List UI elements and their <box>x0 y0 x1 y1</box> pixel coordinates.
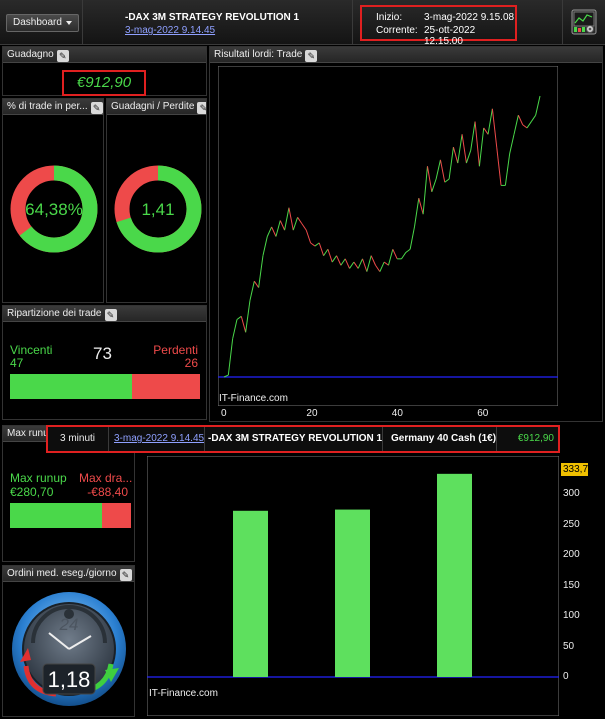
wrench-icon[interactable]: ✎ <box>305 50 318 62</box>
gain-value: €912,90 <box>62 70 146 96</box>
gain-panel-title: Guadagno <box>7 49 54 60</box>
runup-fill <box>10 503 102 528</box>
midbar-gain: €912,90 <box>517 433 554 444</box>
results-line-chart <box>218 66 558 406</box>
win-pct-donut: 64,38% <box>10 165 98 253</box>
orders-value: 1,18 <box>48 667 91 692</box>
dashboard-label: Dashboard <box>13 17 62 28</box>
start-label: Inizio: <box>376 12 403 23</box>
breakdown-bar <box>10 374 200 399</box>
results-watermark: IT-Finance.com <box>219 393 288 404</box>
divider <box>82 0 83 45</box>
wrench-icon[interactable]: ✎ <box>104 309 117 321</box>
gain-loss-title: Guadagni / Perdite <box>111 101 195 112</box>
runup-label: Max runup <box>10 471 67 485</box>
y-tick-label: 200 <box>563 549 580 561</box>
strategy-title: -DAX 3M STRATEGY REVOLUTION 1 <box>125 12 300 23</box>
losers-label: Perdenti <box>153 343 198 357</box>
total-trades: 73 <box>93 344 112 363</box>
wrench-icon[interactable]: ✎ <box>90 102 103 114</box>
chevron-down-icon <box>65 21 72 25</box>
midbar-instrument: Germany 40 Cash (1€) <box>391 433 497 444</box>
drawdown-label: Max dra... <box>79 471 133 485</box>
wrench-icon[interactable]: ✎ <box>56 50 69 62</box>
wrench-icon[interactable]: ✎ <box>119 569 132 581</box>
midbar-strategy: -DAX 3M STRATEGY REVOLUTION 1 <box>208 433 383 444</box>
strategy-settings-icon[interactable] <box>571 9 597 35</box>
bar-chart <box>147 456 559 716</box>
y-tick-label: 100 <box>563 610 580 622</box>
drawdown-value: -€88,40 <box>87 485 128 499</box>
win-pct-title: % di trade in per... <box>7 101 88 112</box>
trade-breakdown-panel: Ripartizione dei trade ✎ Vincenti 47 73 P… <box>2 305 207 420</box>
strategy-date-link[interactable]: 3-mag-2022 9.14.45 <box>125 25 215 36</box>
current-label: Corrente: <box>376 25 418 36</box>
y-tick-label: 50 <box>563 640 575 652</box>
timeframe: 3 minuti <box>60 433 96 444</box>
winners-label: Vincenti <box>10 343 53 357</box>
bar <box>233 510 268 677</box>
winners-bar <box>10 374 133 399</box>
runup-bar <box>10 503 131 528</box>
last-value-badge: 333,7 <box>561 463 589 476</box>
date-range-box: Inizio: 3-mag-2022 9.15.08 Corrente: 25-… <box>360 5 517 47</box>
x-tick-label: 0 <box>221 408 227 419</box>
clock-value: 24 <box>59 615 79 634</box>
y-tick-label: 250 <box>563 518 580 530</box>
losers-value: 26 <box>184 356 198 370</box>
breakdown-title: Ripartizione dei trade <box>7 308 102 319</box>
win-pct-panel: % di trade in per... ✎ 64,38% <box>2 98 104 303</box>
gain-loss-panel: Guadagni / Perdite✎ 1,41 <box>106 98 207 303</box>
orders-gauge: 24 1,18 <box>12 592 126 706</box>
gain-loss-donut: 1,41 <box>114 165 202 253</box>
bar <box>437 473 472 677</box>
divider <box>562 0 563 45</box>
wrench-icon[interactable]: ✎ <box>197 102 206 114</box>
y-tick-label: 0 <box>563 671 569 682</box>
orders-panel: Ordini med. eseg./giorno ✎ 24 1,18 <box>2 565 135 717</box>
bar <box>335 509 370 677</box>
start-value: 3-mag-2022 9.15.08 <box>424 12 515 23</box>
x-tick-label: 40 <box>391 408 403 419</box>
y-tick-label: 150 <box>563 579 580 591</box>
runup-value: €280,70 <box>10 485 54 499</box>
midbar-date-link[interactable]: 3-mag-2022 9.14.45 <box>114 427 204 451</box>
x-tick-label: 60 <box>477 408 489 419</box>
winners-value: 47 <box>10 356 24 370</box>
divider <box>352 0 353 45</box>
bar-watermark: IT-Finance.com <box>149 688 218 699</box>
dashboard-dropdown[interactable]: Dashboard <box>6 14 79 32</box>
strategy-info-bar: 3 minuti 3-mag-2022 9.14.45 -DAX 3M STRA… <box>46 425 560 453</box>
x-tick-label: 20 <box>306 408 318 419</box>
plot-area <box>218 66 558 406</box>
win-pct-value: 64,38% <box>25 200 83 219</box>
y-tick-label: 300 <box>563 488 580 500</box>
results-title: Risultati lordi: Trade <box>214 49 303 60</box>
current-value: 25-ott-2022 12.15.00 <box>424 25 476 47</box>
top-bar: Dashboard -DAX 3M STRATEGY REVOLUTION 1 … <box>0 0 605 47</box>
gain-loss-value: 1,41 <box>141 200 174 219</box>
orders-title: Ordini med. eseg./giorno <box>7 568 117 579</box>
